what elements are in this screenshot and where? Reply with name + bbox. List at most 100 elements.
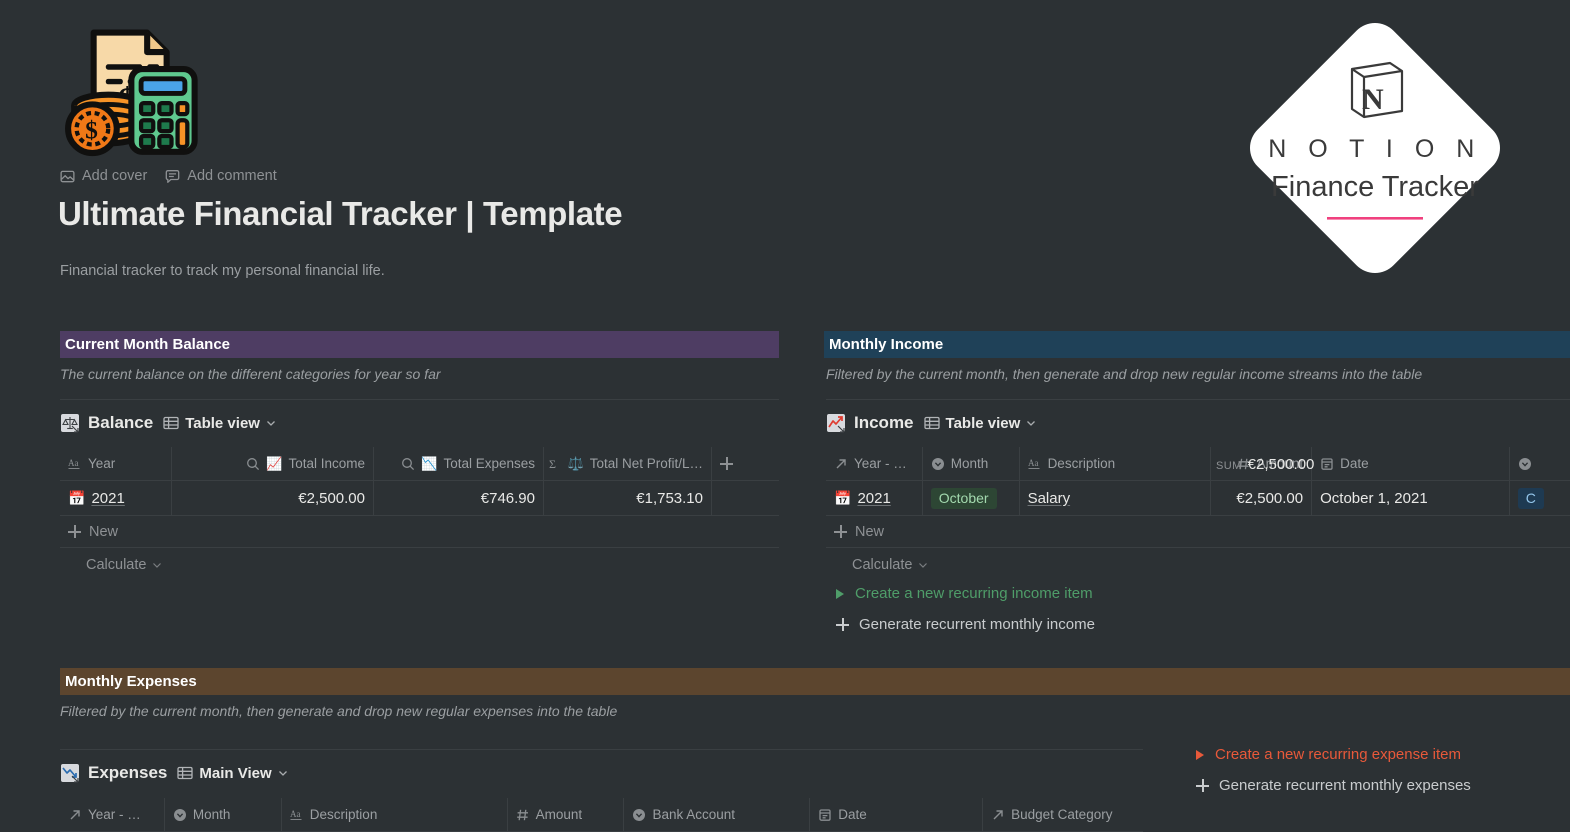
svg-text:N: N: [1362, 83, 1384, 116]
text-type-icon: Aa: [68, 458, 80, 469]
column-label: Month: [192, 807, 231, 822]
svg-text:$: $: [85, 115, 98, 144]
chart-down-emoji: 📉: [421, 456, 438, 471]
svg-text:Aa: Aa: [290, 809, 301, 819]
sum-value: €2,500.00: [1247, 456, 1315, 473]
view-selector-balance[interactable]: Table view: [163, 415, 276, 432]
banner-title-expenses: Monthly Expenses: [65, 673, 197, 690]
cell-amount[interactable]: €2,500.00: [1211, 481, 1313, 515]
cell-month[interactable]: October: [923, 481, 1020, 515]
new-row-label: New: [89, 523, 119, 540]
page-description[interactable]: Financial tracker to track my personal f…: [60, 263, 385, 279]
column-label: Date: [1340, 456, 1369, 471]
section-banner-income: Monthly Income: [824, 331, 1570, 358]
new-row-button-balance[interactable]: New: [60, 516, 779, 548]
text-type-icon: Aa: [1028, 458, 1040, 469]
cell-year[interactable]: 📅 2021: [60, 481, 172, 515]
column-header-year-relation[interactable]: Year - …: [826, 447, 923, 480]
chart-down-icon: [61, 764, 79, 783]
select-icon: [931, 457, 944, 470]
divider-balance: [60, 399, 779, 400]
column-header-year-relation[interactable]: Year - …: [60, 798, 165, 831]
generate-recurrent-expenses-button[interactable]: Generate recurrent monthly expenses: [1196, 777, 1471, 794]
table-row[interactable]: 📅 2021 €2,500.00 €746.90 €1,753.10: [60, 481, 779, 516]
create-recurring-expense-toggle[interactable]: Create a new recurring expense item: [1196, 746, 1461, 763]
add-comment-button[interactable]: Add comment: [165, 168, 277, 184]
plus-icon: [1196, 779, 1209, 792]
svg-text:Aa: Aa: [68, 458, 79, 468]
sum-aggregate-income[interactable]: SUM €2,500.00: [1216, 456, 1314, 473]
column-label: Bank Account: [652, 807, 736, 822]
table-header-row-income: Year - … Month Aa Description Amount Dat…: [826, 447, 1570, 481]
database-header-expenses: Expenses Main View: [60, 763, 288, 783]
cell-date[interactable]: October 1, 2021: [1312, 481, 1510, 515]
column-header-description[interactable]: Aa Description: [282, 798, 508, 831]
database-name-income: Income: [854, 413, 914, 432]
column-header-year[interactable]: Aa Year: [60, 447, 172, 480]
column-header-description[interactable]: Aa Description: [1020, 447, 1212, 480]
database-title-balance[interactable]: Balance: [60, 413, 153, 433]
page-title[interactable]: Ultimate Financial Tracker | Template: [58, 195, 623, 233]
balance-table: Aa Year 📈 Total Income 📉 Total Expenses …: [60, 447, 779, 582]
cell-description[interactable]: Salary: [1020, 481, 1212, 515]
view-selector-income[interactable]: Table view: [923, 415, 1037, 432]
cell-total-expenses[interactable]: €746.90: [374, 481, 544, 515]
column-header-extra-select[interactable]: [1510, 447, 1570, 480]
chart-up-emoji: 📈: [266, 456, 283, 471]
column-header-bank-account[interactable]: Bank Account: [624, 798, 811, 831]
calculate-label: Calculate: [852, 557, 913, 573]
database-title-expenses[interactable]: Expenses: [60, 763, 167, 783]
column-header-budget-category[interactable]: Budget Category: [983, 798, 1143, 831]
rollup-icon: [247, 457, 260, 470]
chevron-down-icon: [153, 563, 162, 568]
column-header-date[interactable]: Date: [1312, 447, 1510, 480]
column-header-amount[interactable]: Amount: [508, 798, 625, 831]
page-icon-accounting-emoji[interactable]: $ $: [62, 18, 208, 164]
image-icon: [60, 169, 75, 184]
notion-page: $ $: [0, 0, 1570, 832]
calculate-button-balance[interactable]: Calculate: [60, 557, 162, 573]
formula-icon: Σ: [549, 457, 556, 471]
balance-scale-icon: [61, 414, 79, 433]
view-label-expenses: Main View: [199, 764, 272, 782]
database-title-income[interactable]: Income: [826, 413, 914, 433]
cell-total-income[interactable]: €2,500.00: [172, 481, 374, 515]
calendar-emoji: 📅: [68, 490, 86, 506]
cell-value: 2021: [857, 489, 891, 507]
view-selector-expenses[interactable]: Main View: [177, 765, 287, 782]
calculate-button-income[interactable]: Calculate: [826, 557, 928, 573]
calculate-label: Calculate: [86, 557, 147, 573]
cell-total-net-profit[interactable]: €1,753.10: [544, 481, 712, 515]
plus-icon: [836, 618, 849, 631]
add-column-button[interactable]: [712, 447, 779, 480]
column-label: Month: [950, 456, 989, 471]
new-row-button-income[interactable]: New: [826, 516, 1570, 548]
database-header-balance: Balance Table view: [60, 413, 276, 433]
notion-finance-tracker-logo: N N O T I O N Finance Tracker: [1230, 12, 1520, 284]
column-header-total-income[interactable]: 📈 Total Income: [172, 447, 374, 480]
chart-up-icon: [827, 414, 845, 433]
create-recurring-income-label: Create a new recurring income item: [855, 585, 1093, 602]
cell-extra-tag[interactable]: C: [1510, 481, 1570, 515]
add-cover-button[interactable]: Add cover: [60, 168, 147, 184]
column-label: Total Income: [288, 456, 365, 471]
column-header-total-expenses[interactable]: 📉 Total Expenses: [374, 447, 544, 480]
generate-recurrent-income-button[interactable]: Generate recurrent monthly income: [836, 616, 1095, 633]
date-icon: [819, 808, 831, 821]
relation-icon: [836, 458, 846, 468]
column-header-month[interactable]: Month: [165, 798, 282, 831]
cell-year[interactable]: 📅 2021: [826, 481, 923, 515]
column-header-date[interactable]: Date: [810, 798, 984, 831]
column-label: Year: [88, 456, 116, 471]
add-comment-label: Add comment: [187, 168, 277, 184]
column-label: Year - …: [88, 807, 141, 822]
triangle-right-icon: [1196, 749, 1204, 760]
cell-value: 2021: [91, 489, 125, 507]
svg-text:Finance Tracker: Finance Tracker: [1271, 171, 1479, 203]
column-header-total-net-profit[interactable]: Σ ⚖️ Total Net Profit/L…: [544, 447, 712, 480]
table-row[interactable]: 📅 2021 October Salary €2,500.00 October …: [826, 481, 1570, 516]
column-label: Date: [838, 807, 867, 822]
status-badge-extra: C: [1517, 487, 1544, 509]
column-header-month[interactable]: Month: [923, 447, 1020, 480]
create-recurring-income-toggle[interactable]: Create a new recurring income item: [836, 585, 1093, 602]
